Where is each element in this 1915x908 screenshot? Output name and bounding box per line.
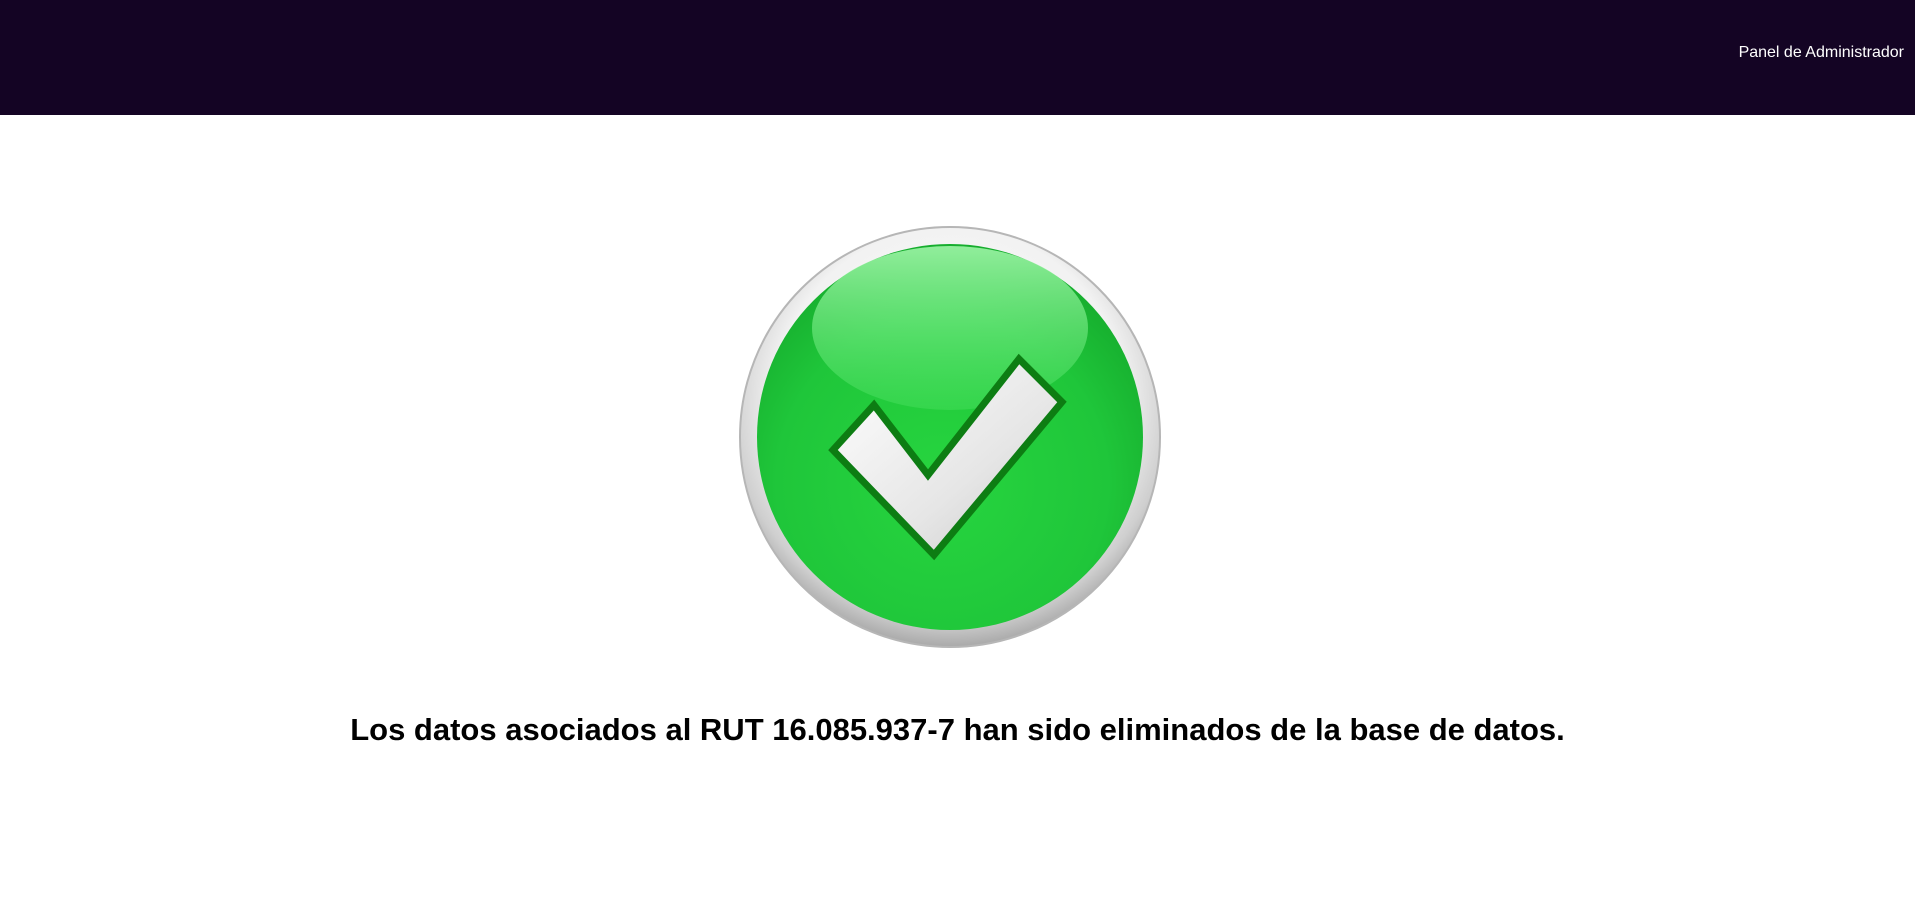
check-circle-icon — [739, 226, 1161, 648]
admin-panel-link[interactable]: Panel de Administrador — [1739, 44, 1904, 62]
top-navigation-bar: Panel de Administrador — [0, 0, 1915, 115]
deletion-confirmation-message: Los datos asociados al RUT 16.085.937-7 … — [350, 712, 1565, 747]
